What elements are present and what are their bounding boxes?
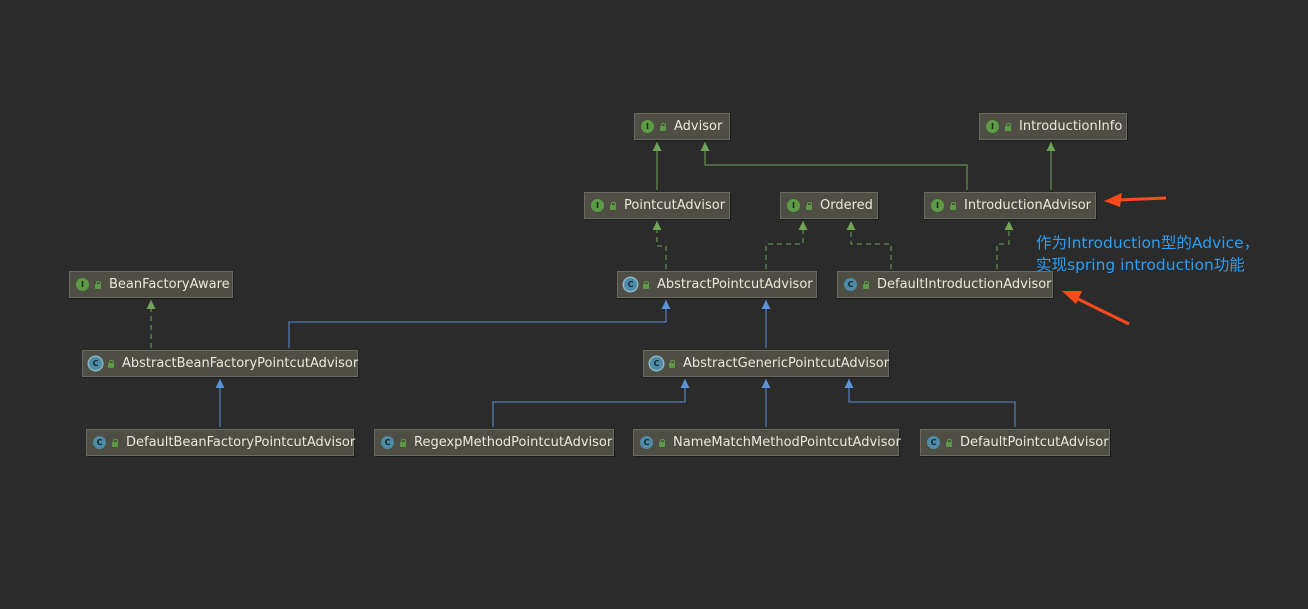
node-label: IntroductionAdvisor [964,198,1092,213]
lock-icon [609,201,617,210]
node-regexp-method-pointcut-advisor[interactable]: C RegexpMethodPointcutAdvisor [374,429,614,456]
class-icon: C [381,436,394,449]
node-label: DefaultBeanFactoryPointcutAdvisor [126,435,356,450]
interface-icon: I [641,120,654,133]
annotation-note: 作为Introduction型的Advice， 实现spring introdu… [1036,232,1259,276]
node-bean-factory-aware[interactable]: I BeanFactoryAware [69,271,233,298]
callout-arrow-introduction-advisor [1117,196,1167,202]
node-default-bean-factory-pointcut-advisor[interactable]: C DefaultBeanFactoryPointcutAdvisor [86,429,356,456]
node-default-pointcut-advisor[interactable]: C DefaultPointcutAdvisor [920,429,1110,456]
callout-arrow-default-introduction-advisor [1075,296,1130,326]
interface-icon: I [787,199,800,212]
interface-icon: I [931,199,944,212]
node-ordered[interactable]: I Ordered [780,192,878,219]
annotation-line-2: 实现spring introduction功能 [1036,256,1245,274]
node-label: Advisor [674,119,723,134]
lock-icon [111,438,119,447]
lock-icon [642,280,650,289]
interface-icon: I [76,278,89,291]
interface-icon: I [986,120,999,133]
lock-icon [945,438,953,447]
lock-icon [668,359,676,368]
node-introduction-info[interactable]: I IntroductionInfo [979,113,1127,140]
lock-icon [949,201,957,210]
edge-defaultintroductionadvisor-to-ordered [846,221,892,269]
lock-icon [94,280,102,289]
lock-icon [1004,122,1012,131]
node-label: AbstractPointcutAdvisor [657,277,813,292]
abstract-class-icon: C [89,357,102,370]
edge-abstractpointcutadvisor-to-pointcutadvisor [652,221,667,269]
callout-arrowhead-default-introduction-advisor [1062,291,1082,304]
node-label: AbstractGenericPointcutAdvisor [683,356,890,371]
node-label: PointcutAdvisor [624,198,726,213]
node-advisor[interactable]: I Advisor [634,113,730,140]
node-abstract-generic-pointcut-advisor[interactable]: C AbstractGenericPointcutAdvisor [643,350,889,377]
lock-icon [107,359,115,368]
edge-abstractpointcutadvisor-to-ordered [765,221,808,269]
lock-icon [862,280,870,289]
edge-regexpmethodpointcutadvisor-to-abstractgenericpointcutadvisor [492,379,690,427]
lock-icon [659,122,667,131]
edge-abstractbeanfactorypointcutadvisor-to-abstractpointcutadvisor [288,300,671,348]
node-label: Ordered [820,198,873,213]
node-abstract-pointcut-advisor[interactable]: C AbstractPointcutAdvisor [617,271,817,298]
node-label: NameMatchMethodPointcutAdvisor [673,435,901,450]
node-label: BeanFactoryAware [109,277,230,292]
node-name-match-method-pointcut-advisor[interactable]: C NameMatchMethodPointcutAdvisor [633,429,901,456]
node-introduction-advisor[interactable]: I IntroductionAdvisor [924,192,1096,219]
class-icon: C [844,278,857,291]
annotation-line-1: 作为Introduction型的Advice， [1036,234,1260,252]
lock-icon [399,438,407,447]
abstract-class-icon: C [650,357,663,370]
node-label: DefaultPointcutAdvisor [960,435,1109,450]
lock-icon [658,438,666,447]
callout-arrowhead-introduction-advisor [1104,193,1122,207]
node-label: RegexpMethodPointcutAdvisor [414,435,613,450]
edge-defaultintroductionadvisor-to-introductionadvisor [996,221,1014,269]
class-icon: C [640,436,653,449]
interface-icon: I [591,199,604,212]
node-label: DefaultIntroductionAdvisor [877,277,1052,292]
node-pointcut-advisor[interactable]: I PointcutAdvisor [584,192,730,219]
lock-icon [805,201,813,210]
class-hierarchy-edges [146,142,1167,427]
edge-introductionadvisor-to-advisor [700,142,968,190]
node-default-introduction-advisor[interactable]: C DefaultIntroductionAdvisor [837,271,1053,298]
node-abstract-bean-factory-pointcut-advisor[interactable]: C AbstractBeanFactoryPointcutAdvisor [82,350,358,377]
edge-defaultpointcutadvisor-to-abstractgenericpointcutadvisor [844,379,1016,427]
class-icon: C [927,436,940,449]
node-label: AbstractBeanFactoryPointcutAdvisor [122,356,359,371]
class-icon: C [93,436,106,449]
abstract-class-icon: C [624,278,637,291]
node-label: IntroductionInfo [1019,119,1123,134]
